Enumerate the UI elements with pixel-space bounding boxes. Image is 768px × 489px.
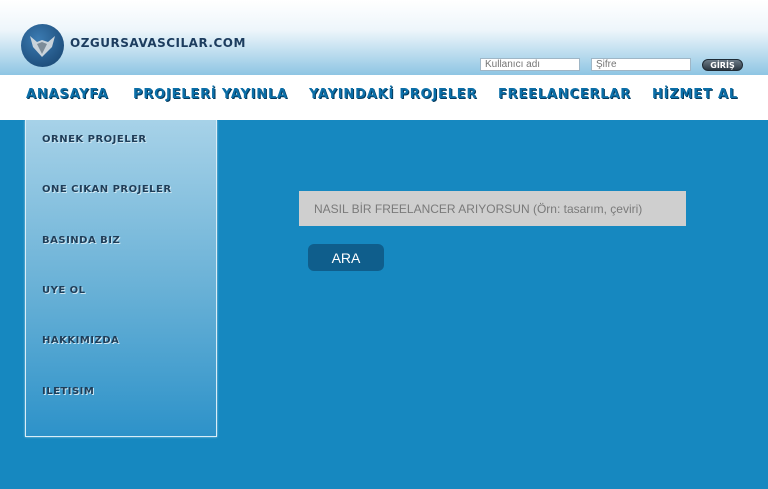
main-nav: ANASAYFA PROJELERİ YAYINLA YAYINDAKİ PRO… <box>0 75 768 120</box>
password-field[interactable] <box>591 58 691 71</box>
logo[interactable] <box>21 24 64 67</box>
nav-item-anasayfa[interactable]: ANASAYFA <box>26 87 108 102</box>
header: OZGURSAVASCILAR.COM GİRİŞ <box>0 0 768 75</box>
nav-item-hizmet-al[interactable]: HİZMET AL <box>652 87 738 102</box>
search-input[interactable] <box>299 191 686 226</box>
sidebar-item-basinda-biz[interactable]: BASINDA BIZ <box>42 235 120 246</box>
sidebar-item-iletisim[interactable]: ILETISIM <box>42 386 94 397</box>
username-field[interactable] <box>480 58 580 71</box>
search-button[interactable]: ARA <box>308 244 384 271</box>
nav-item-projeleri-yayinla[interactable]: PROJELERİ YAYINLA <box>133 87 288 102</box>
site-name[interactable]: OZGURSAVASCILAR.COM <box>70 36 246 50</box>
sidebar: ORNEK PROJELER ONE CIKAN PROJELER BASIND… <box>25 120 217 437</box>
nav-item-yayindaki-projeler[interactable]: YAYINDAKİ PROJELER <box>309 87 477 102</box>
sidebar-item-one-cikan-projeler[interactable]: ONE CIKAN PROJELER <box>42 184 172 195</box>
login-button[interactable]: GİRİŞ <box>702 59 743 71</box>
nav-item-freelancerlar[interactable]: FREELANCERLAR <box>498 87 631 102</box>
wolf-logo-icon <box>30 36 55 57</box>
sidebar-item-hakkimizda[interactable]: HAKKIMIZDA <box>42 335 119 346</box>
sidebar-item-ornek-projeler[interactable]: ORNEK PROJELER <box>42 134 147 145</box>
sidebar-item-uye-ol[interactable]: UYE OL <box>42 285 86 296</box>
